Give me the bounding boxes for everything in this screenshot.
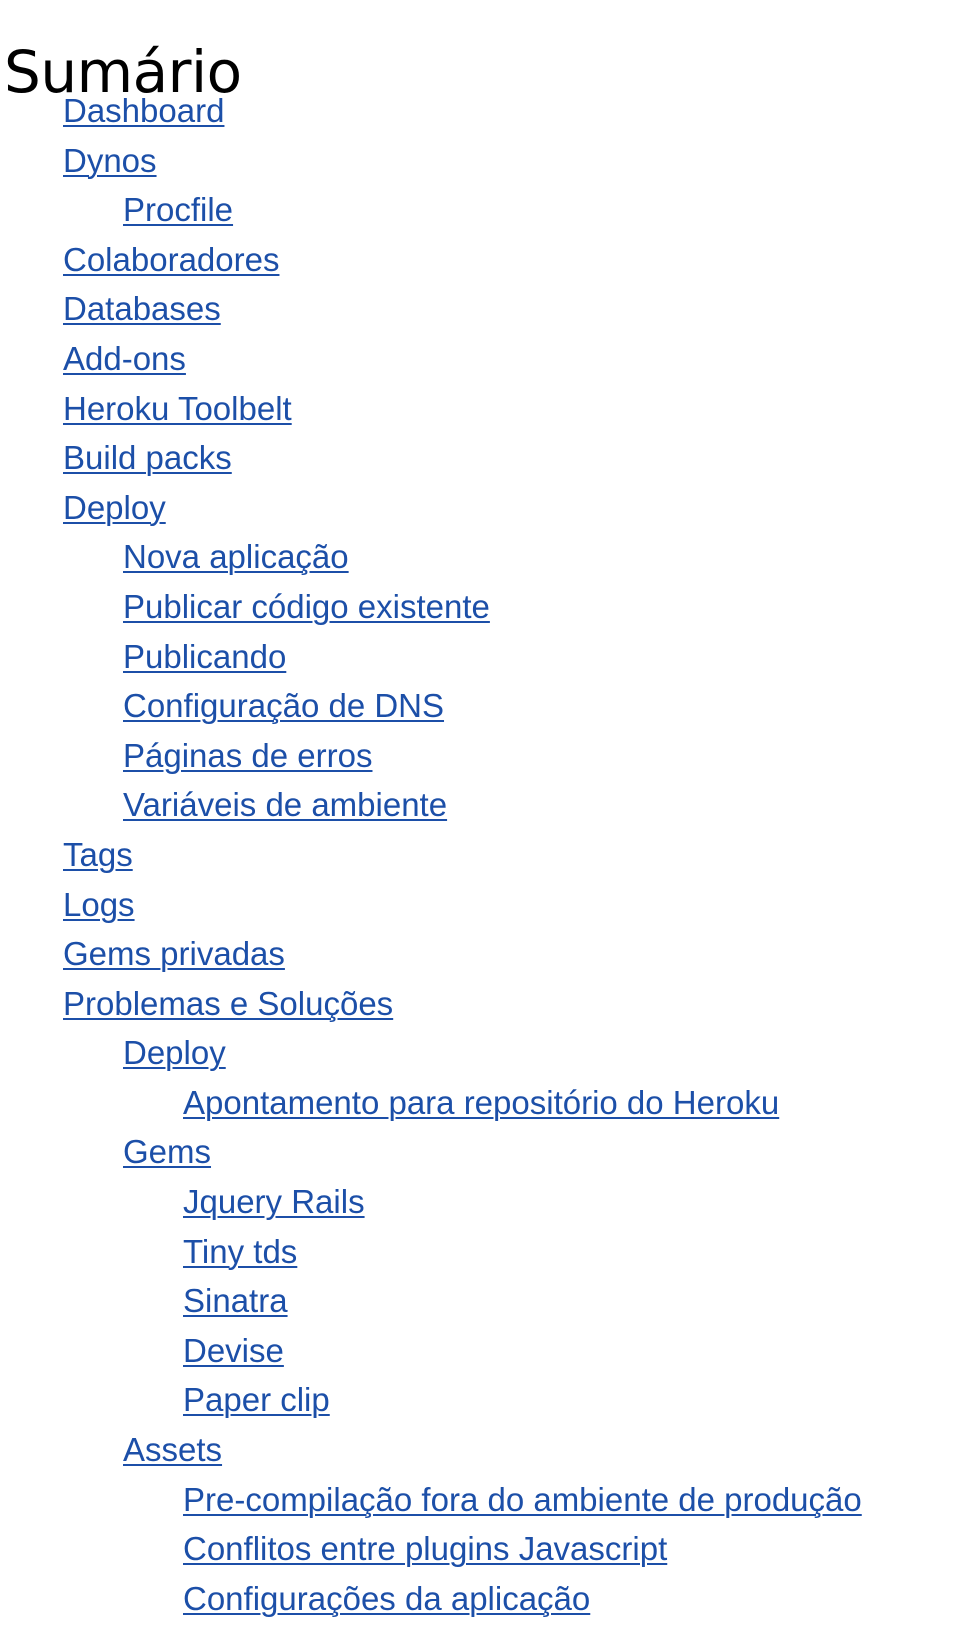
toc-entry: Apontamento para repositório do Heroku xyxy=(0,1078,960,1128)
toc-link[interactable]: Conflitos entre plugins Javascript xyxy=(183,1530,667,1567)
toc-link[interactable]: Colaboradores xyxy=(63,241,279,278)
toc-entry: Deploy xyxy=(0,1028,960,1078)
toc-entry: Configurações da aplicação xyxy=(0,1574,960,1624)
toc-entry: Deploy xyxy=(0,483,960,533)
toc-link[interactable]: Sinatra xyxy=(183,1282,288,1319)
toc-entry: Build packs xyxy=(0,433,960,483)
toc-link[interactable]: Tiny tds xyxy=(183,1233,297,1270)
toc-entry: Pre-compilação fora do ambiente de produ… xyxy=(0,1475,960,1525)
toc-entry: Nova aplicação xyxy=(0,532,960,582)
toc-link[interactable]: Variáveis de ambiente xyxy=(123,786,447,823)
toc-link[interactable]: Problemas e Soluções xyxy=(63,985,393,1022)
toc-entry: Variáveis de ambiente xyxy=(0,780,960,830)
toc-link[interactable]: Gems privadas xyxy=(63,935,285,972)
toc-link[interactable]: Configuração de DNS xyxy=(123,687,444,724)
toc-link[interactable]: Gems xyxy=(123,1133,211,1170)
toc-entry: Procfile xyxy=(0,185,960,235)
toc-link[interactable]: Databases xyxy=(63,290,221,327)
toc-entry: Gems privadas xyxy=(0,929,960,979)
toc-link[interactable]: Add-ons xyxy=(63,340,186,377)
toc-entry: Gems xyxy=(0,1127,960,1177)
toc-link[interactable]: Deploy xyxy=(63,489,166,526)
toc-link[interactable]: Heroku Toolbelt xyxy=(63,390,292,427)
toc-entry: Add-ons xyxy=(0,334,960,384)
toc-entry: Jquery Rails xyxy=(0,1177,960,1227)
toc-link[interactable]: Páginas de erros xyxy=(123,737,372,774)
toc-link[interactable]: Paper clip xyxy=(183,1381,330,1418)
toc-link[interactable]: Dashboard xyxy=(63,92,224,129)
table-of-contents: Dashboard Dynos Procfile Colaboradores Datab… xyxy=(0,86,960,1623)
toc-link[interactable]: Build packs xyxy=(63,439,232,476)
toc-entry: Assets xyxy=(0,1425,960,1475)
toc-link[interactable]: Assets xyxy=(123,1431,222,1468)
toc-link[interactable]: Apontamento para repositório do Heroku xyxy=(183,1084,779,1121)
toc-entry: Heroku Toolbelt xyxy=(0,384,960,434)
toc-link[interactable]: Publicando xyxy=(123,638,286,675)
toc-entry: Logs xyxy=(0,880,960,930)
toc-entry: Dashboard xyxy=(0,86,960,136)
toc-link[interactable]: Dynos xyxy=(63,142,157,179)
toc-link[interactable]: Devise xyxy=(183,1332,284,1369)
toc-entry: Tags xyxy=(0,830,960,880)
toc-entry: Tiny tds xyxy=(0,1227,960,1277)
toc-link[interactable]: Jquery Rails xyxy=(183,1183,365,1220)
toc-link[interactable]: Nova aplicação xyxy=(123,538,349,575)
toc-entry: Dynos xyxy=(0,136,960,186)
toc-link[interactable]: Logs xyxy=(63,886,135,923)
toc-entry: Publicando xyxy=(0,632,960,682)
toc-entry: Devise xyxy=(0,1326,960,1376)
toc-link[interactable]: Deploy xyxy=(123,1034,226,1071)
toc-entry: Colaboradores xyxy=(0,235,960,285)
toc-entry: Páginas de erros xyxy=(0,731,960,781)
toc-entry: Configuração de DNS xyxy=(0,681,960,731)
toc-link[interactable]: Publicar código existente xyxy=(123,588,490,625)
toc-entry: Problemas e Soluções xyxy=(0,979,960,1029)
toc-link[interactable]: Tags xyxy=(63,836,133,873)
toc-entry: Databases xyxy=(0,284,960,334)
toc-link[interactable]: Procfile xyxy=(123,191,233,228)
toc-link[interactable]: Configurações da aplicação xyxy=(183,1580,590,1617)
toc-link[interactable]: Pre-compilação fora do ambiente de produ… xyxy=(183,1481,862,1518)
toc-entry: Sinatra xyxy=(0,1276,960,1326)
toc-entry: Publicar código existente xyxy=(0,582,960,632)
toc-entry: Conflitos entre plugins Javascript xyxy=(0,1524,960,1574)
toc-entry: Paper clip xyxy=(0,1375,960,1425)
